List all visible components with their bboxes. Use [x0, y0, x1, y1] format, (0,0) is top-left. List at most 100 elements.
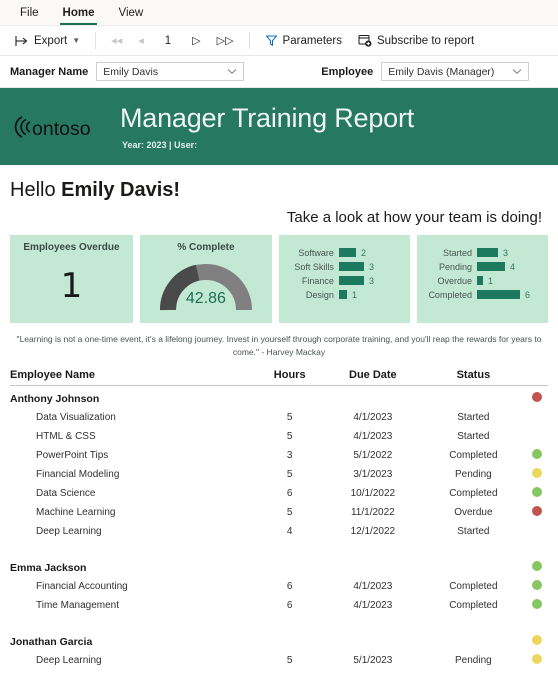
- subscribe-icon: [358, 34, 372, 47]
- employee-value: Emily Davis (Manager): [388, 65, 495, 78]
- hours: 6: [286, 600, 293, 611]
- filter-funnel-icon: [265, 34, 278, 47]
- export-button[interactable]: Export ▼: [8, 32, 87, 50]
- employee-label: Employee: [321, 65, 374, 78]
- status: Started: [457, 431, 490, 442]
- table-row: Financial Modeling 5 3/1/2023 Pending: [10, 465, 548, 484]
- employee-select[interactable]: Emily Davis (Manager): [381, 62, 530, 81]
- due-date: 4/1/2023: [353, 600, 393, 611]
- status-indicator-icon: [532, 392, 542, 402]
- hours: [256, 386, 323, 409]
- kpi-title-overdue: Employees Overdue: [23, 242, 120, 253]
- bar-row: Software 2: [285, 246, 402, 259]
- table-row: HTML & CSS 5 4/1/2023 Started: [10, 427, 548, 446]
- bar-label: Finance: [301, 275, 334, 286]
- status: Pending: [455, 469, 492, 480]
- bar-fill: [338, 248, 356, 257]
- due-date: 4/1/2023: [353, 581, 393, 592]
- bar-chart-statuses: Started 3 Pending 4 Overdue 1 Completed …: [416, 235, 548, 323]
- status: Completed: [449, 581, 498, 592]
- table-row: Machine Learning 5 11/1/2022 Overdue: [10, 503, 548, 522]
- greeting-name: Emily Davis!: [61, 179, 181, 201]
- bar-fill: [476, 262, 505, 271]
- chevron-down-icon: [512, 68, 522, 75]
- kpi-card-employees-overdue: Employees Overdue 1: [10, 235, 133, 323]
- kpi-card-percent-complete: % Complete 42.86: [139, 235, 272, 323]
- course-name: Data Visualization: [36, 412, 116, 423]
- status-indicator-icon: [532, 635, 542, 645]
- course-name: Time Management: [36, 600, 119, 611]
- table-header-row: Employee Name Hours Due Date Status: [10, 369, 548, 386]
- course-name: PowerPoint Tips: [36, 450, 109, 461]
- tab-view[interactable]: View: [108, 3, 153, 25]
- bar-label: Started: [442, 247, 472, 258]
- greeting-line: Hello Emily Davis!: [0, 165, 558, 202]
- bar-row: Pending 4: [423, 260, 540, 273]
- bar-label: Overdue: [437, 275, 472, 286]
- table-row: Jonathan Garcia: [10, 629, 548, 651]
- last-page-button[interactable]: ▷▷: [210, 32, 241, 49]
- next-page-button[interactable]: ▷: [185, 32, 207, 49]
- bar-chart-categories: Software 2 Soft Skills 3 Finance 3 Desig…: [278, 235, 410, 323]
- due-date: [323, 555, 423, 577]
- bar-value: 3: [368, 275, 374, 286]
- status-indicator-icon: [532, 506, 542, 516]
- tab-file[interactable]: File: [10, 3, 49, 25]
- first-page-button[interactable]: ◂◂: [104, 32, 129, 49]
- manager-name-select[interactable]: Emily Davis: [96, 62, 245, 81]
- kpi-row: Employees Overdue 1 % Complete 42.86 Sof…: [0, 226, 558, 323]
- column-header-hours: Hours: [256, 369, 323, 386]
- bar-fill: [338, 290, 347, 299]
- previous-page-button[interactable]: ◂: [131, 32, 151, 49]
- course-name: Financial Modeling: [36, 469, 120, 480]
- bar-value: 3: [368, 261, 374, 272]
- bar-row: Design 1: [285, 288, 402, 301]
- bar-value: 6: [524, 289, 530, 300]
- bar-fill: [338, 262, 364, 271]
- course-name: Financial Accounting: [36, 581, 128, 592]
- status-indicator-icon: [532, 468, 542, 478]
- parameters-label: Parameters: [282, 34, 342, 47]
- subscribe-button[interactable]: Subscribe to report: [351, 31, 481, 50]
- hours: 5: [286, 469, 293, 480]
- bar-row: Soft Skills 3: [285, 260, 402, 273]
- bar-value: 1: [351, 289, 357, 300]
- hours: [256, 629, 323, 651]
- status: Pending: [455, 655, 492, 666]
- report-toolbar: Export ▼ ◂◂ ◂ 1 ▷ ▷▷ Parameters Subscrib…: [0, 26, 558, 56]
- greeting-hello: Hello: [10, 179, 62, 201]
- parameters-button[interactable]: Parameters: [258, 31, 349, 50]
- bar-label: Completed: [428, 289, 472, 300]
- column-header-employee-name: Employee Name: [10, 369, 257, 386]
- page-number-input[interactable]: 1: [153, 35, 183, 47]
- tab-home[interactable]: Home: [53, 3, 105, 25]
- status: [423, 629, 524, 651]
- bar-label: Pending: [438, 261, 472, 272]
- table-row: Time Management 6 4/1/2023 Completed: [10, 596, 548, 615]
- bar-fill: [476, 248, 498, 257]
- status-indicator-icon: [532, 580, 542, 590]
- table-row-spacer: [10, 615, 548, 629]
- contoso-logo: ontoso: [10, 112, 110, 142]
- report-subtitle: Year: 2023 | User:: [122, 140, 198, 150]
- export-icon: [15, 35, 29, 47]
- hours: [256, 555, 323, 577]
- due-date: [323, 386, 423, 409]
- bar-label: Design: [305, 289, 334, 300]
- manager-name-value: Emily Davis: [103, 65, 159, 78]
- bar-label: Software: [298, 247, 334, 258]
- course-name: Deep Learning: [36, 655, 102, 666]
- status-indicator-icon: [532, 654, 542, 664]
- due-date: 5/1/2022: [353, 450, 393, 461]
- hours: 5: [286, 412, 293, 423]
- column-header-due-date: Due Date: [322, 369, 423, 386]
- bar-label: Soft Skills: [294, 261, 334, 272]
- table-row-spacer: [10, 541, 548, 555]
- greeting-subtitle: Take a look at how your team is doing!: [286, 209, 542, 226]
- due-date: 11/1/2022: [350, 507, 395, 518]
- bar-row: Overdue 1: [423, 274, 540, 287]
- chevron-down-icon: [227, 68, 237, 75]
- column-header-status: Status: [422, 369, 524, 386]
- toolbar-divider-2: [248, 32, 250, 49]
- status: Started: [457, 412, 490, 423]
